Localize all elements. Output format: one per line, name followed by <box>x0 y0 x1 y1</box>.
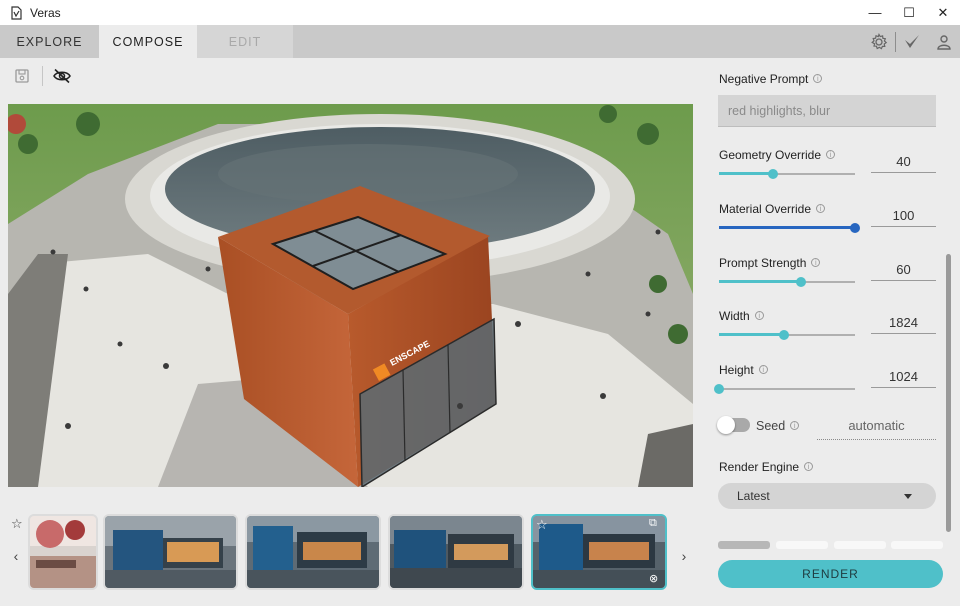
thumbnail-3[interactable] <box>245 514 381 590</box>
tab-compose[interactable]: COMPOSE <box>99 25 197 58</box>
height-label: Height i <box>719 363 768 377</box>
star-icon[interactable]: ☆ <box>11 516 23 532</box>
settings-panel: Negative Prompt i red highlights, blur Ge… <box>700 58 960 606</box>
info-icon[interactable]: i <box>811 258 821 267</box>
render-engine-label: Render Engine i <box>719 460 814 474</box>
toggle-knob <box>717 416 735 434</box>
thumbnail-star-icon[interactable]: ☆ <box>536 517 548 533</box>
tab-explore[interactable]: EXPLORE <box>0 25 99 58</box>
info-icon[interactable]: i <box>754 311 764 320</box>
seed-input[interactable]: automatic <box>817 416 936 440</box>
rendered-image[interactable]: ENSCAPE <box>8 104 693 487</box>
info-icon[interactable]: i <box>826 150 836 159</box>
material-override-label: Material Override i <box>719 202 826 216</box>
window-title: Veras <box>30 5 61 20</box>
info-icon[interactable]: i <box>816 204 826 213</box>
prompt-strength-value[interactable]: 60 <box>871 259 936 281</box>
progress-segment <box>718 541 770 549</box>
title-bar: Veras — ☐ ✕ <box>0 0 960 25</box>
height-value[interactable]: 1024 <box>871 366 936 388</box>
progress-segment <box>834 541 886 549</box>
material-override-value[interactable]: 100 <box>871 205 936 227</box>
slider-handle[interactable] <box>768 169 778 179</box>
thumbnail-1[interactable] <box>28 514 98 590</box>
tab-edit[interactable]: EDIT <box>197 25 293 58</box>
maximize-button[interactable]: ☐ <box>892 0 926 25</box>
height-slider[interactable] <box>714 383 855 395</box>
negative-prompt-label: Negative Prompt i <box>719 72 823 86</box>
slider-handle[interactable] <box>850 223 860 233</box>
user-icon[interactable] <box>928 25 960 58</box>
thumbnail-4[interactable] <box>388 514 524 590</box>
thumbnail-copy-icon[interactable]: ⧉ <box>649 517 657 530</box>
minimize-button[interactable]: — <box>858 0 892 25</box>
slider-handle[interactable] <box>796 277 806 287</box>
chevron-down-icon <box>904 494 912 499</box>
material-override-slider[interactable] <box>719 222 860 234</box>
close-button[interactable]: ✕ <box>926 0 960 25</box>
info-icon[interactable]: i <box>758 365 768 374</box>
seed-label: Seed i <box>756 419 800 433</box>
info-icon[interactable]: i <box>813 74 823 83</box>
thumbnail-5-selected[interactable]: ☆ ⧉ ⊗ <box>531 514 667 590</box>
prompt-strength-label: Prompt Strength i <box>719 256 821 270</box>
image-toolbar <box>0 58 700 94</box>
render-button[interactable]: RENDER <box>718 560 943 588</box>
thumbnail-2[interactable] <box>103 514 238 590</box>
geometry-override-slider[interactable] <box>719 168 855 180</box>
toolbar-divider <box>42 66 43 86</box>
chevron-right-icon[interactable]: › <box>676 546 692 566</box>
seed-toggle[interactable] <box>717 416 750 434</box>
tab-bar: EXPLORE COMPOSE EDIT <box>0 25 960 58</box>
info-icon[interactable]: i <box>790 421 800 430</box>
width-slider[interactable] <box>719 329 855 341</box>
prompt-strength-slider[interactable] <box>719 276 855 288</box>
width-value[interactable]: 1824 <box>871 312 936 334</box>
thumbnail-delete-icon[interactable]: ⊗ <box>649 572 658 585</box>
info-icon[interactable]: i <box>804 462 814 471</box>
slider-handle[interactable] <box>779 330 789 340</box>
panel-scrollbar[interactable] <box>946 254 951 532</box>
progress-segment <box>776 541 828 549</box>
slider-handle[interactable] <box>714 384 724 394</box>
thumbnail-strip: ☆ ‹ › ☆ ⧉ ⊗ <box>0 510 700 594</box>
geometry-override-label: Geometry Override i <box>719 148 836 162</box>
save-icon[interactable] <box>10 64 34 88</box>
chevron-left-icon[interactable]: ‹ <box>8 546 24 566</box>
checkmark-icon[interactable] <box>896 25 928 58</box>
negative-prompt-input[interactable]: red highlights, blur <box>718 95 936 127</box>
progress-segment <box>891 541 943 549</box>
render-engine-select[interactable]: Latest <box>718 483 936 509</box>
gear-icon[interactable] <box>863 25 895 58</box>
width-label: Width i <box>719 309 764 323</box>
visibility-off-icon[interactable] <box>50 64 74 88</box>
veras-app-icon <box>8 5 24 21</box>
geometry-override-value[interactable]: 40 <box>871 151 936 173</box>
